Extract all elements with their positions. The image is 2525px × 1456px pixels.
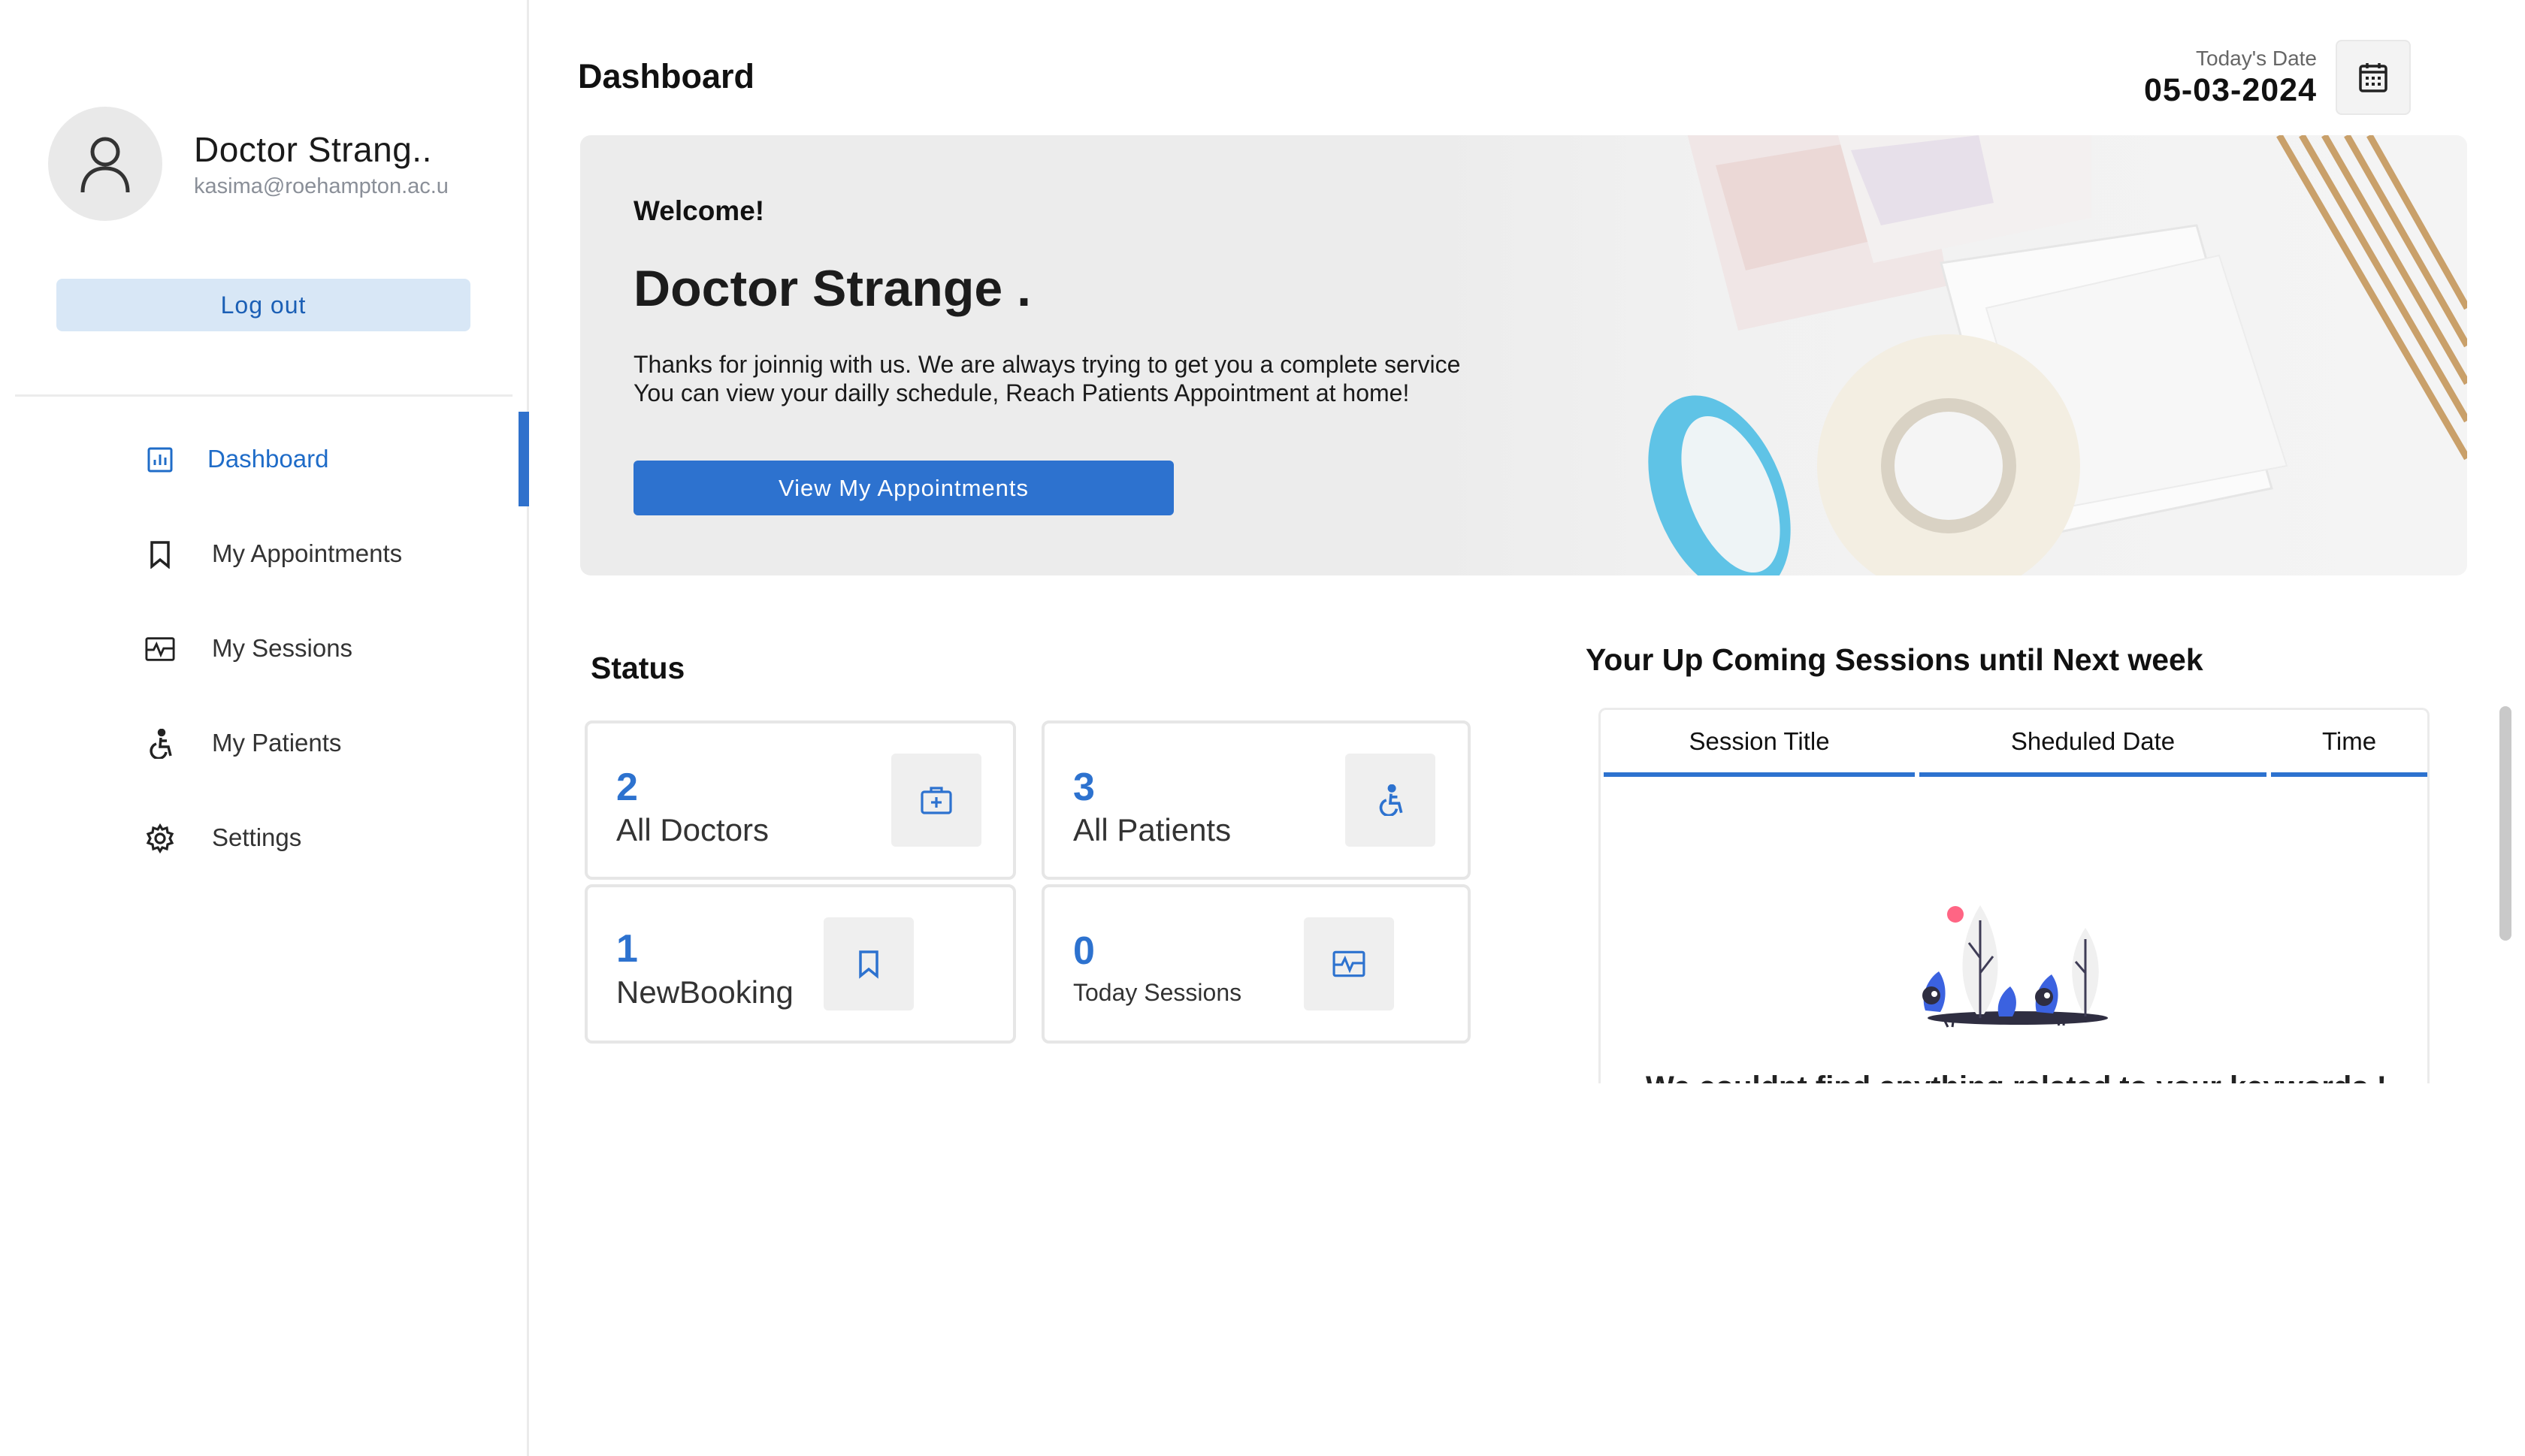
gear-icon <box>145 823 175 853</box>
sidebar-item-label: My Sessions <box>212 634 353 662</box>
medical-kit-icon <box>891 754 981 847</box>
status-title: Status <box>591 651 685 685</box>
date-label: Today's Date <box>2196 47 2317 70</box>
stat-label: All Patients <box>1073 812 1232 847</box>
date-value: 05-03-2024 <box>2144 72 2317 108</box>
calendar-button[interactable] <box>2336 40 2411 115</box>
sidebar-item-label: Dashboard <box>207 445 329 473</box>
sidebar-divider <box>15 394 513 397</box>
column-header-time[interactable]: Time <box>2271 710 2427 777</box>
sidebar-item-label: My Patients <box>212 729 342 757</box>
stat-label: NewBooking <box>616 974 794 1010</box>
avatar <box>48 107 162 221</box>
sidebar-item-label: Settings <box>212 823 302 851</box>
bookmark-icon <box>824 917 914 1010</box>
profile-section: Doctor Strang.. kasima@roehampton.ac.u <box>48 107 449 221</box>
banner-description-line: Thanks for joinnig with us. We are alway… <box>634 351 1461 378</box>
stat-count: 0 <box>1073 929 1095 973</box>
sessions-table: Session Title Sheduled Date Time We coul… <box>1598 708 2430 1083</box>
sidebar-item-my-appointments[interactable]: My Appointments <box>0 506 529 601</box>
logout-button[interactable]: Log out <box>56 279 470 331</box>
bookmark-icon <box>145 539 175 569</box>
stat-card-new-booking: 1 NewBooking <box>585 884 1016 1044</box>
sidebar-item-label: My Appointments <box>212 539 403 567</box>
sidebar-item-my-sessions[interactable]: My Sessions <box>0 601 529 696</box>
sidebar-item-my-patients[interactable]: My Patients <box>0 696 529 790</box>
empty-state-illustration <box>1922 905 2108 1028</box>
column-header-session-title[interactable]: Session Title <box>1604 710 1915 777</box>
empty-state-message: We couldnt find anything related to your… <box>1601 1071 2427 1083</box>
profile-text: Doctor Strang.. kasima@roehampton.ac.u <box>194 129 449 199</box>
column-header-scheduled-date[interactable]: Sheduled Date <box>1919 710 2266 777</box>
page-title: Dashboard <box>578 57 755 95</box>
todays-date: Today's Date 05-03-2024 <box>2144 47 2317 109</box>
calendar-icon <box>2359 63 2387 92</box>
profile-name: Doctor Strang.. <box>194 129 432 169</box>
stat-count: 2 <box>616 766 638 809</box>
chart-bar-icon <box>145 445 175 475</box>
user-icon <box>80 137 130 193</box>
upcoming-sessions-title: Your Up Coming Sessions until Next week <box>1586 642 2203 677</box>
stat-label: All Doctors <box>616 812 770 847</box>
stat-label: Today Sessions <box>1073 979 1242 1006</box>
profile-email: kasima@roehampton.ac.u <box>194 174 449 198</box>
accessible-person-icon <box>145 729 175 759</box>
stat-count: 1 <box>616 927 638 971</box>
page-scrollbar-thumb[interactable] <box>2499 706 2511 941</box>
banner-description-line: You can view your dailly schedule, Reach… <box>634 379 1410 406</box>
welcome-banner: Welcome! Doctor Strange . Thanks for joi… <box>580 135 2467 575</box>
doctor-name: Doctor Strange . <box>634 260 1031 317</box>
session-pulse-icon <box>145 634 175 664</box>
view-appointments-button[interactable]: View My Appointments <box>634 461 1174 515</box>
sidebar: Doctor Strang.. kasima@roehampton.ac.u L… <box>0 0 529 1456</box>
stat-count: 3 <box>1073 766 1095 809</box>
stat-card-all-patients: 3 All Patients <box>1042 720 1471 880</box>
welcome-heading: Welcome! <box>634 195 765 226</box>
stat-card-all-doctors: 2 All Doctors <box>585 720 1016 880</box>
sidebar-nav: Dashboard My Appointments My Sessions My… <box>0 412 529 885</box>
sidebar-item-settings[interactable]: Settings <box>0 790 529 885</box>
session-pulse-icon <box>1304 917 1394 1010</box>
medical-supplies-image <box>1648 135 2467 575</box>
banner-description: Thanks for joinnig with us. We are alway… <box>634 350 1686 407</box>
stat-card-today-sessions: 0 Today Sessions <box>1042 884 1471 1044</box>
accessible-person-icon <box>1345 754 1435 847</box>
sidebar-item-dashboard[interactable]: Dashboard <box>0 412 529 506</box>
